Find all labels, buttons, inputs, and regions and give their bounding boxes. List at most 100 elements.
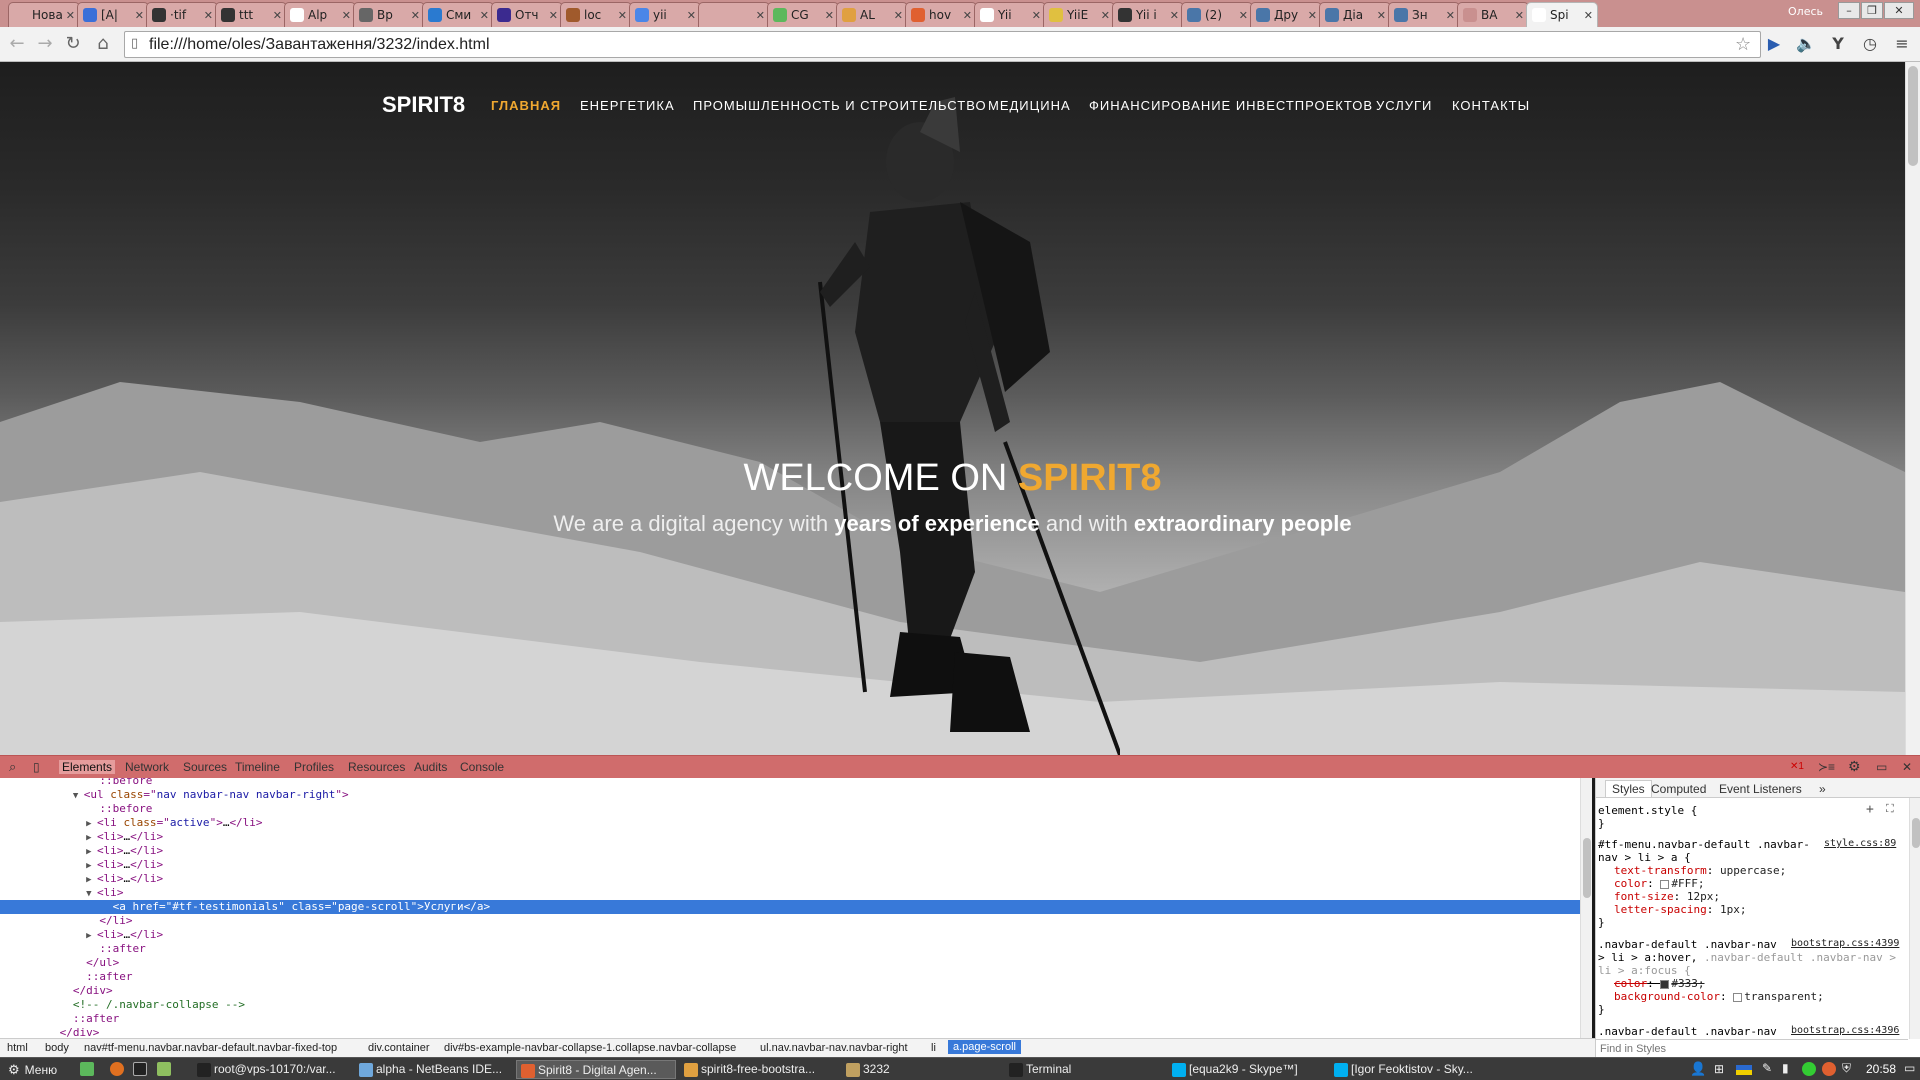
rule1-prop-3[interactable]: letter-spacing: 1px; — [1614, 903, 1746, 916]
browser-tab[interactable]: Alp ✕ — [284, 2, 356, 27]
styles-tab-computed[interactable]: Computed — [1651, 782, 1706, 796]
reload-icon[interactable]: ↻ — [62, 33, 84, 55]
tab-close-icon[interactable]: ✕ — [1584, 9, 1593, 22]
dom-tree-node[interactable]: ▶ <li>…</li> — [0, 928, 1580, 942]
tab-close-icon[interactable]: ✕ — [480, 9, 489, 22]
rule2-selector-line1[interactable]: .navbar-default .navbar-nav — [1598, 938, 1777, 951]
tab-close-icon[interactable]: ✕ — [618, 9, 627, 22]
element-style-selector[interactable]: element.style { — [1598, 804, 1697, 817]
dom-tree-node[interactable]: ▶ <li class="active">…</li> — [0, 816, 1580, 830]
browser-tab[interactable]: Дру ✕ — [1250, 2, 1322, 27]
browser-tab[interactable]: loc ✕ — [560, 2, 632, 27]
nav-link-contacts[interactable]: КОНТАКТЫ — [1452, 98, 1530, 113]
taskbar-window-button[interactable]: spirit8-free-bootstra... — [680, 1060, 837, 1079]
dom-tree-node[interactable]: ▼ <li> — [0, 886, 1580, 900]
forward-icon[interactable]: → — [34, 33, 56, 55]
breadcrumb-item[interactable]: html — [7, 1042, 28, 1054]
devtools-tab-elements[interactable]: Elements — [59, 760, 116, 774]
collapse-arrow-icon[interactable]: ▼ — [86, 889, 97, 899]
rule3-source-link[interactable]: bootstrap.css:4396 — [1791, 1025, 1899, 1036]
browser-tab[interactable]: ✕ — [698, 2, 770, 27]
devtools-tab-console[interactable]: Console — [460, 760, 504, 774]
rule1-prop-2[interactable]: font-size: 12px; — [1614, 890, 1720, 903]
browser-tab[interactable]: AL ✕ — [836, 2, 908, 27]
taskbar-window-button[interactable]: root@vps-10170:/var... — [193, 1060, 350, 1079]
chrome-menu-icon[interactable]: ≡ — [1891, 33, 1913, 55]
back-icon[interactable]: ← — [6, 33, 28, 55]
home-icon[interactable]: ⌂ — [92, 33, 114, 55]
drawer-toggle-icon[interactable]: ≻≡ — [1818, 760, 1835, 774]
close-window-button[interactable]: ✕ — [1884, 2, 1914, 19]
dom-tree-node[interactable]: ::after — [0, 942, 1580, 956]
dom-tree-node[interactable]: ▶ <li>…</li> — [0, 844, 1580, 858]
dom-tree-node[interactable]: ▶ <li>…</li> — [0, 830, 1580, 844]
taskbar-window-button[interactable]: [Igor Feoktistov - Sky... — [1330, 1060, 1487, 1079]
tab-close-icon[interactable]: ✕ — [204, 9, 213, 22]
nav-link-energy[interactable]: ЕНЕРГЕТИКА — [580, 98, 675, 113]
collapse-arrow-icon[interactable]: ▼ — [73, 791, 84, 801]
devtools-tab-network[interactable]: Network — [125, 760, 169, 774]
rule1-prop-1[interactable]: color: #FFF; — [1614, 877, 1705, 890]
tab-close-icon[interactable]: ✕ — [1101, 9, 1110, 22]
breadcrumb-item[interactable]: nav#tf-menu.navbar.navbar-default.navbar… — [84, 1042, 337, 1054]
expand-arrow-icon[interactable]: ▶ — [86, 931, 97, 941]
nav-link-home[interactable]: ГЛАВНАЯ — [491, 98, 561, 113]
page-scrollbar-thumb[interactable] — [1908, 66, 1918, 166]
browser-tab[interactable]: Сми ✕ — [422, 2, 494, 27]
color-swatch-icon[interactable] — [1733, 992, 1743, 1002]
tab-close-icon[interactable]: ✕ — [1170, 9, 1179, 22]
expand-arrow-icon[interactable]: ▶ — [86, 847, 97, 857]
breadcrumb-item[interactable]: body — [45, 1042, 69, 1054]
toggle-element-state-icon[interactable]: ⛶ — [1886, 802, 1894, 816]
nav-link-medicine[interactable]: МЕДИЦИНА — [988, 98, 1071, 113]
taskbar-window-button[interactable]: Terminal — [1005, 1060, 1162, 1079]
browser-tab[interactable]: YiiE ✕ — [1043, 2, 1115, 27]
styles-scrollbar-thumb[interactable] — [1912, 818, 1920, 848]
new-style-rule-icon[interactable]: + — [1866, 802, 1874, 817]
dom-tree-node[interactable]: ::before — [0, 802, 1580, 816]
dom-tree-node[interactable]: ▼ <ul class="nav navbar-nav navbar-right… — [0, 788, 1580, 802]
color-swatch-icon[interactable] — [1660, 979, 1670, 989]
expand-arrow-icon[interactable]: ▶ — [86, 875, 97, 885]
firefox-launcher-icon[interactable] — [110, 1062, 124, 1076]
dom-tree-node[interactable]: </div> — [0, 984, 1580, 998]
rule1-selector-line2[interactable]: nav > li > a { — [1598, 851, 1691, 864]
keyboard-layout-flag-icon[interactable] — [1736, 1065, 1752, 1075]
tab-close-icon[interactable]: ✕ — [825, 9, 834, 22]
yandex-icon[interactable]: Y — [1827, 33, 1849, 55]
profile-name[interactable]: Олесь — [1788, 5, 1823, 18]
url-text[interactable]: file:///home/oles/Завантаження/3232/inde… — [149, 36, 490, 54]
notifications-tray-icon[interactable]: ▭ — [1904, 1061, 1915, 1075]
browser-tab[interactable]: Зн ✕ — [1388, 2, 1460, 27]
rule1-prop-0[interactable]: text-transform: uppercase; — [1614, 864, 1786, 877]
devtools-tab-resources[interactable]: Resources — [348, 760, 405, 774]
tab-close-icon[interactable]: ✕ — [66, 9, 75, 22]
dom-tree-node[interactable]: ::before — [0, 778, 1580, 788]
tab-close-icon[interactable]: ✕ — [1446, 9, 1455, 22]
minimize-window-button[interactable]: – — [1838, 2, 1860, 19]
shield-tray-icon[interactable]: ⛨ — [1842, 1061, 1851, 1076]
rule2-prop-0[interactable]: color: #333; — [1614, 977, 1705, 990]
chrome-tray-icon[interactable] — [1822, 1062, 1836, 1076]
devtools-tab-audits[interactable]: Audits — [414, 760, 447, 774]
dom-tree-node[interactable]: <a href="#tf-testimonials" class="page-s… — [0, 900, 1580, 914]
page-scrollbar[interactable] — [1905, 62, 1920, 755]
expand-arrow-icon[interactable]: ▶ — [86, 833, 97, 843]
dom-tree-node[interactable]: ▶ <li>…</li> — [0, 858, 1580, 872]
browser-tab[interactable]: Spi ✕ — [1526, 2, 1598, 27]
extension-play-icon[interactable]: ▶ — [1763, 33, 1785, 55]
taskbar-window-button[interactable]: [equa2k9 - Skype™] — [1168, 1060, 1325, 1079]
taskbar-window-button[interactable]: 3232 — [842, 1060, 999, 1079]
rule2-prop-1[interactable]: background-color: transparent; — [1614, 990, 1824, 1003]
speaker-icon[interactable]: 🔈 — [1795, 33, 1817, 55]
devtools-close-icon[interactable]: ✕ — [1902, 760, 1912, 774]
tab-close-icon[interactable]: ✕ — [342, 9, 351, 22]
tab-close-icon[interactable]: ✕ — [273, 9, 282, 22]
taskbar-window-button[interactable]: alpha - NetBeans IDE... — [355, 1060, 512, 1079]
browser-tab[interactable]: ttt ✕ — [215, 2, 287, 27]
update-ok-tray-icon[interactable] — [1802, 1062, 1816, 1076]
dom-tree-node[interactable]: </ul> — [0, 956, 1580, 970]
dom-tree-node[interactable]: <!-- /.navbar-collapse --> — [0, 998, 1580, 1012]
browser-tab[interactable]: hov ✕ — [905, 2, 977, 27]
devtools-tab-profiles[interactable]: Profiles — [294, 760, 334, 774]
